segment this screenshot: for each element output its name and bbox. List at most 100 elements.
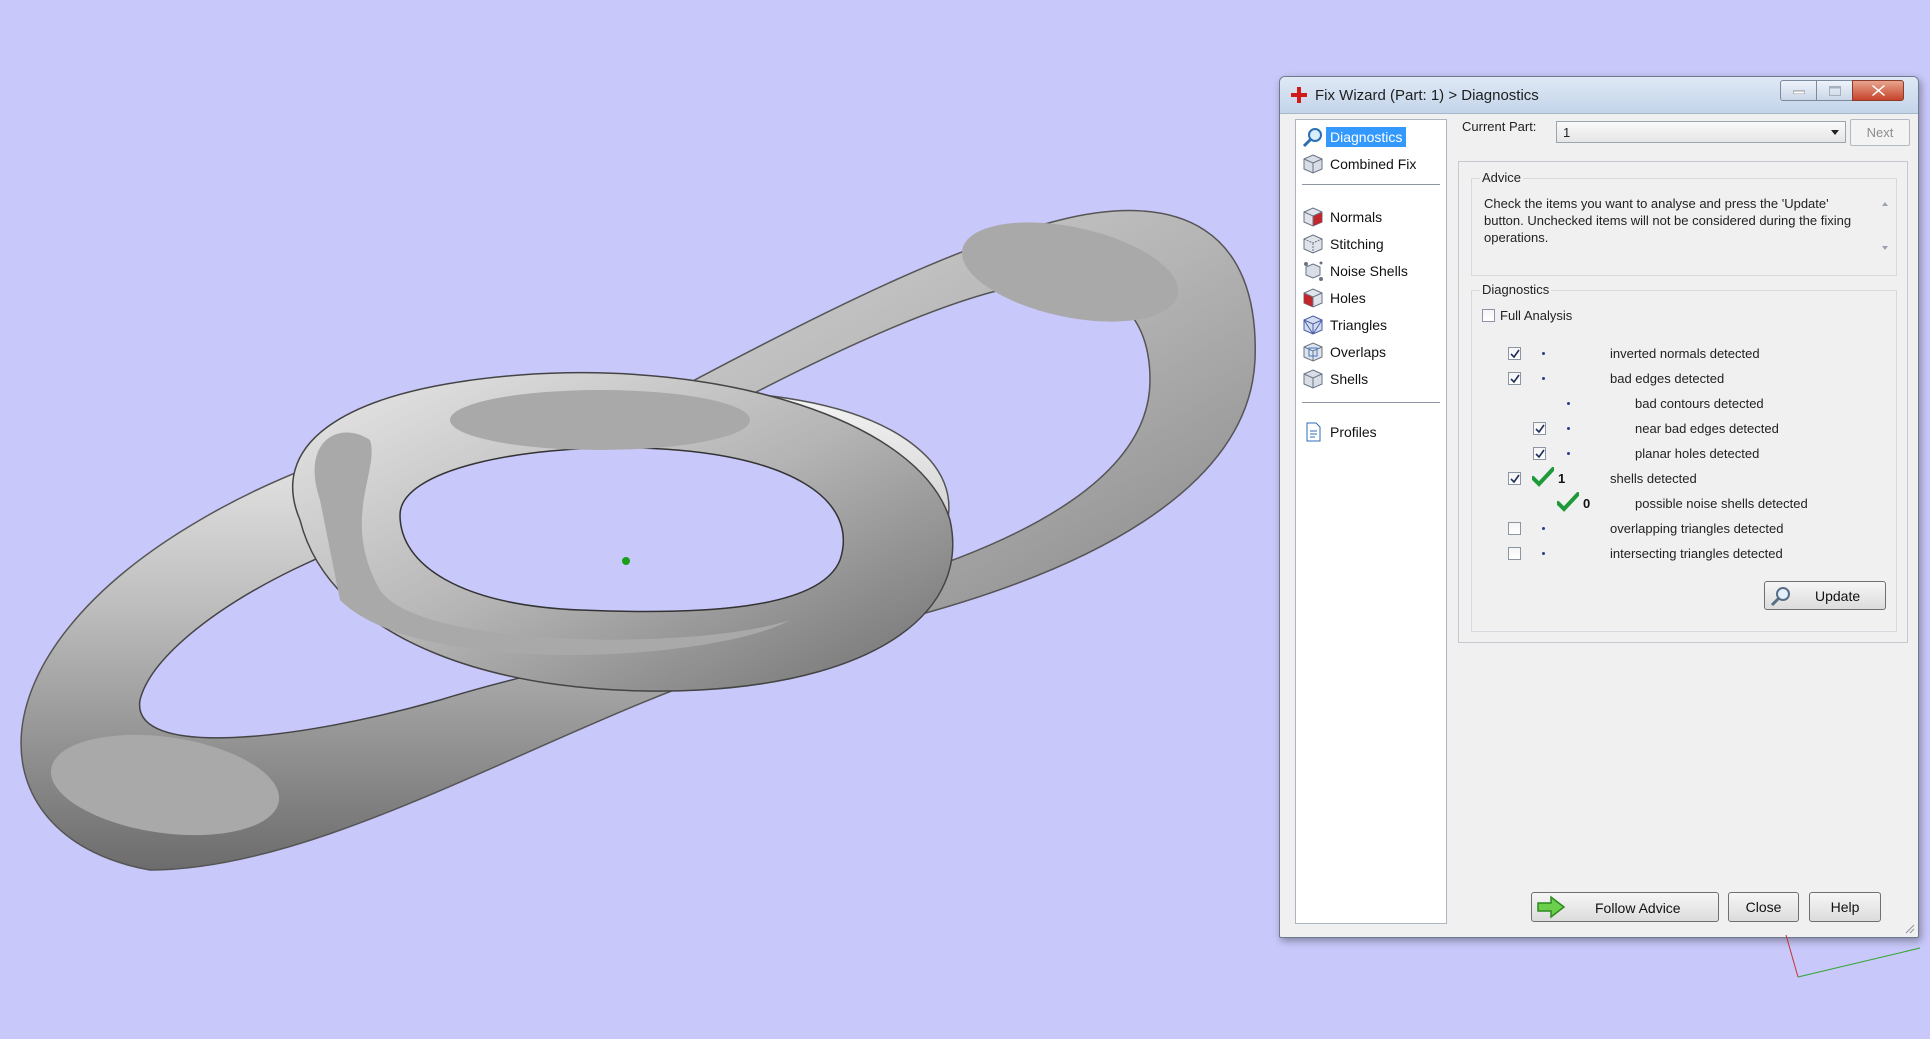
advice-group: Advice Check the items you want to analy… <box>1471 170 1897 276</box>
minimize-icon <box>1793 90 1805 94</box>
bad-contours-label: bad contours detected <box>1635 396 1764 411</box>
full-analysis-label: Full Analysis <box>1500 308 1573 323</box>
maximize-button[interactable] <box>1816 80 1854 101</box>
magnifier-icon <box>1302 128 1322 148</box>
shells-label: shells detected <box>1610 471 1697 486</box>
nav-item-stitching[interactable]: Stitching <box>1302 232 1440 256</box>
rotation-center-marker <box>622 557 630 565</box>
status-dot <box>1542 377 1545 380</box>
ok-check-icon <box>1532 467 1554 487</box>
holes-cube-icon <box>1303 288 1323 308</box>
noise-shells-label: possible noise shells detected <box>1635 496 1808 511</box>
advice-scrollbar[interactable] <box>1878 197 1892 255</box>
inverted-normals-checkbox[interactable] <box>1508 347 1521 360</box>
update-button[interactable]: Update <box>1764 581 1886 610</box>
near-bad-edges-label: near bad edges detected <box>1635 421 1779 436</box>
close-icon <box>1871 85 1885 96</box>
close-button[interactable]: Close <box>1728 892 1799 922</box>
wizard-nav: Diagnostics Combined Fix Normals Stitchi… <box>1295 119 1447 924</box>
bad-edges-label: bad edges detected <box>1610 371 1725 386</box>
nav-item-profiles[interactable]: Profiles <box>1302 420 1440 444</box>
nav-item-diagnostics[interactable]: Diagnostics <box>1302 125 1440 149</box>
nav-label: Overlaps <box>1330 344 1387 360</box>
nav-divider <box>1302 184 1440 185</box>
nav-label: Shells <box>1330 371 1369 387</box>
next-button[interactable]: Next <box>1850 119 1910 146</box>
shells-checkbox[interactable] <box>1508 472 1521 485</box>
full-analysis-checkbox[interactable] <box>1482 309 1495 322</box>
advice-title: Advice <box>1480 170 1524 185</box>
bad-edges-checkbox[interactable] <box>1508 372 1521 385</box>
intersecting-triangles-label: intersecting triangles detected <box>1610 546 1783 561</box>
overlapping-triangles-label: overlapping triangles detected <box>1610 521 1784 536</box>
diagnostics-title: Diagnostics <box>1480 282 1552 297</box>
advice-text: Check the items you want to analyse and … <box>1484 196 1852 245</box>
stitching-cube-icon <box>1303 234 1323 254</box>
magnifier-icon <box>1770 587 1790 607</box>
window-title: Fix Wizard (Part: 1) > Diagnostics <box>1315 87 1539 104</box>
follow-advice-label: Follow Advice <box>1595 900 1681 916</box>
nav-label: Stitching <box>1330 236 1384 252</box>
document-icon <box>1306 422 1321 442</box>
checkmark-icon <box>1510 474 1520 484</box>
red-cross-icon <box>1291 87 1307 103</box>
intersecting-triangles-checkbox[interactable] <box>1508 547 1521 560</box>
status-dot <box>1567 427 1570 430</box>
nav-label: Holes <box>1330 290 1366 306</box>
planar-holes-checkbox[interactable] <box>1533 447 1546 460</box>
current-part-label: Current Part: <box>1462 119 1537 134</box>
noise-shells-count: 0 <box>1583 496 1591 511</box>
nav-label: Noise Shells <box>1330 263 1408 279</box>
shells-cube-icon <box>1303 369 1323 389</box>
ok-check-icon <box>1557 492 1579 512</box>
arrow-right-icon <box>1537 895 1566 919</box>
status-dot <box>1567 402 1570 405</box>
minimize-button[interactable] <box>1780 80 1818 101</box>
nav-item-overlaps[interactable]: Overlaps <box>1302 340 1440 364</box>
normals-cube-icon <box>1303 207 1323 227</box>
nav-label: Combined Fix <box>1330 156 1417 172</box>
cube-icon <box>1303 154 1323 174</box>
status-dot <box>1567 452 1570 455</box>
shells-count: 1 <box>1558 471 1566 486</box>
nav-item-noise-shells[interactable]: Noise Shells <box>1302 259 1440 283</box>
inverted-normals-label: inverted normals detected <box>1610 346 1760 361</box>
nav-item-combined-fix[interactable]: Combined Fix <box>1302 152 1440 176</box>
nav-item-shells[interactable]: Shells <box>1302 367 1440 391</box>
nav-item-holes[interactable]: Holes <box>1302 286 1440 310</box>
diagnostics-group: Diagnostics Full Analysis inverted norma… <box>1471 282 1897 632</box>
planar-holes-label: planar holes detected <box>1635 446 1760 461</box>
follow-advice-button[interactable]: Follow Advice <box>1531 892 1719 922</box>
current-part-value: 1 <box>1563 125 1571 140</box>
chevron-down-icon <box>1831 130 1839 135</box>
triangles-cube-icon <box>1303 315 1323 335</box>
fix-wizard-dialog: Fix Wizard (Part: 1) > Diagnostics Diagn… <box>1279 76 1919 938</box>
title-bar[interactable]: Fix Wizard (Part: 1) > Diagnostics <box>1280 77 1918 114</box>
overlaps-cube-icon <box>1303 342 1323 362</box>
nav-label: Triangles <box>1330 317 1388 333</box>
close-window-button[interactable] <box>1852 80 1904 101</box>
checkmark-icon <box>1510 374 1520 384</box>
nav-item-triangles[interactable]: Triangles <box>1302 313 1440 337</box>
checkmark-icon <box>1535 449 1545 459</box>
nav-item-normals[interactable]: Normals <box>1302 205 1440 229</box>
axes-indicator-icon <box>1785 934 1921 978</box>
checkmark-icon <box>1535 424 1545 434</box>
help-button[interactable]: Help <box>1809 892 1881 922</box>
nav-label: Normals <box>1330 209 1383 225</box>
nav-label: Profiles <box>1330 424 1377 440</box>
noise-shells-icon <box>1304 261 1323 281</box>
update-label: Update <box>1815 588 1861 604</box>
overlapping-triangles-checkbox[interactable] <box>1508 522 1521 535</box>
status-dot <box>1542 352 1545 355</box>
diagnostics-panel: Advice Check the items you want to analy… <box>1458 161 1908 643</box>
status-dot <box>1542 552 1545 555</box>
maximize-icon <box>1829 85 1841 96</box>
status-dot <box>1542 527 1545 530</box>
near-bad-edges-checkbox[interactable] <box>1533 422 1546 435</box>
current-part-select[interactable]: 1 <box>1556 121 1846 143</box>
nav-label: Diagnostics <box>1326 127 1407 147</box>
nav-divider <box>1302 402 1440 403</box>
checkmark-icon <box>1510 349 1520 359</box>
chain-model <box>20 209 1256 871</box>
